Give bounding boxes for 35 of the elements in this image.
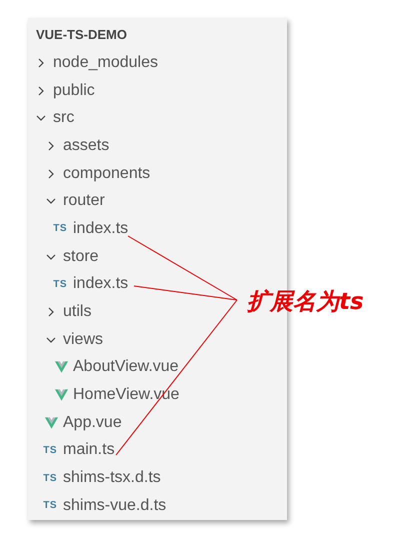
chevron-down-icon[interactable] — [46, 196, 56, 206]
chevron-right-icon[interactable] — [46, 168, 56, 179]
file-name[interactable]: main.ts — [63, 441, 115, 460]
folder-name[interactable]: public — [53, 82, 95, 100]
vue-logo-icon — [55, 389, 68, 402]
file-name[interactable]: index.ts — [73, 220, 128, 238]
folder-name[interactable]: views — [63, 330, 104, 349]
folder-name[interactable]: components — [63, 164, 150, 183]
file-name[interactable]: shims-tsx.d.ts — [63, 469, 161, 488]
folder-name[interactable]: utils — [63, 303, 92, 322]
file-name[interactable]: shims-vue.d.ts — [63, 496, 166, 515]
explorer-title: VUE-TS-DEMO — [35, 26, 128, 44]
chevron-right-icon[interactable] — [46, 140, 56, 151]
chevron-right-icon[interactable] — [36, 58, 46, 68]
typescript-icon: TS — [53, 278, 67, 290]
file-name[interactable]: index.ts — [73, 275, 128, 294]
typescript-icon: TS — [53, 223, 67, 234]
chevron-down-icon[interactable] — [36, 113, 46, 124]
file-name[interactable]: AboutView.vue — [73, 358, 179, 376]
folder-name[interactable]: assets — [63, 136, 110, 155]
chevron-down-icon[interactable] — [46, 252, 56, 262]
vue-logo-icon — [45, 416, 58, 429]
chevron-down-icon[interactable] — [46, 334, 56, 345]
typescript-icon: TS — [43, 500, 57, 512]
folder-name[interactable]: router — [63, 192, 105, 210]
file-name[interactable]: App.vue — [63, 414, 122, 432]
folder-name[interactable]: node_modules — [53, 54, 158, 72]
typescript-icon: TS — [43, 444, 57, 456]
chevron-right-icon[interactable] — [46, 307, 56, 318]
typescript-icon: TS — [43, 472, 57, 484]
folder-name[interactable]: src — [53, 109, 74, 128]
chevron-right-icon[interactable] — [36, 86, 46, 96]
annotation-text: 扩展名为ts — [247, 288, 364, 317]
vue-logo-icon — [55, 361, 68, 374]
folder-name[interactable]: store — [63, 248, 99, 266]
